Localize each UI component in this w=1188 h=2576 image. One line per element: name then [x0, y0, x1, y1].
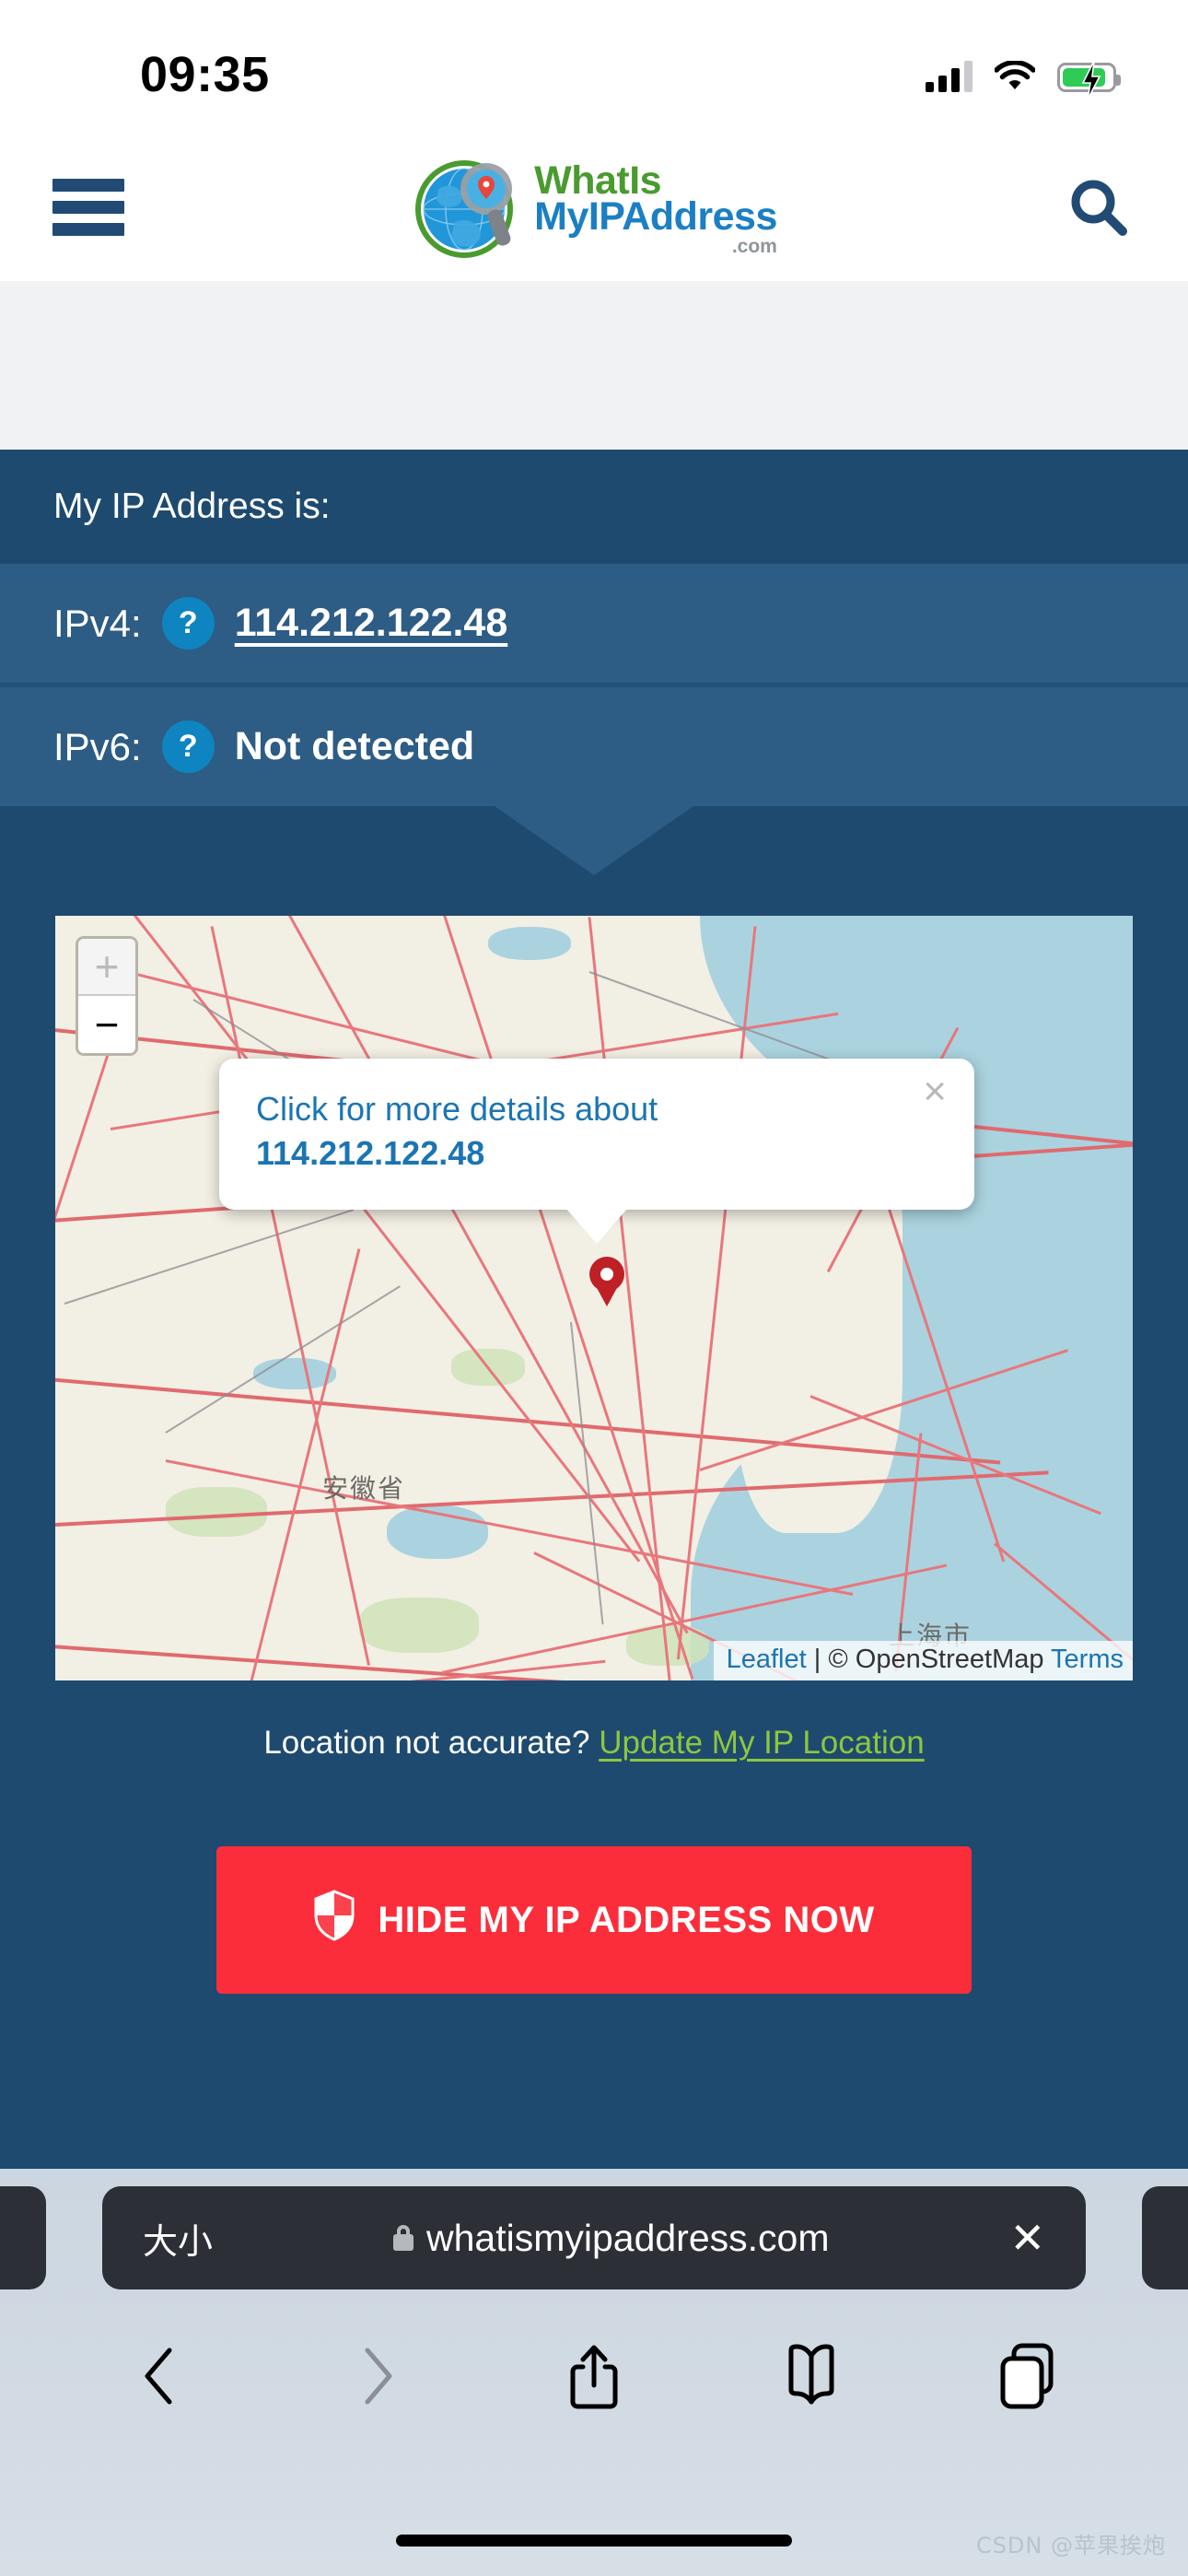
- safari-next-tab[interactable]: [1142, 2186, 1188, 2289]
- map-popup[interactable]: × Click for more details about 114.212.1…: [219, 1059, 974, 1210]
- home-indicator: [396, 2535, 792, 2547]
- tabs-icon[interactable]: [984, 2332, 1072, 2420]
- lock-icon: [392, 2225, 413, 2251]
- ipv6-label: IPv6:: [53, 724, 142, 768]
- ipv6-value: Not detected: [234, 724, 475, 768]
- attribution-separator: |: [813, 1645, 821, 1674]
- map-lake: [488, 927, 571, 960]
- ad-placeholder: [0, 281, 1188, 450]
- map-section: 安徽省 上海市 + − × Click for more details abo…: [0, 875, 1188, 1680]
- hide-my-ip-button[interactable]: HIDE MY IP ADDRESS NOW: [216, 1846, 972, 1994]
- map-popup-ip[interactable]: 114.212.122.48: [256, 1134, 938, 1173]
- ipv4-row: IPv4: ? 114.212.122.48: [0, 564, 1188, 683]
- safari-previous-tab[interactable]: [0, 2186, 46, 2289]
- ip-address-panel: My IP Address is: IPv4: ? 114.212.122.48…: [0, 450, 1188, 875]
- map-popup-close-icon[interactable]: ×: [923, 1071, 947, 1112]
- ip-panel-title: My IP Address is:: [0, 450, 1188, 564]
- status-bar-indicators: [926, 48, 1121, 100]
- hamburger-menu-icon[interactable]: [52, 179, 124, 236]
- map-zoom-in-button[interactable]: +: [78, 939, 135, 996]
- map-zoom-out-button[interactable]: −: [78, 996, 135, 1053]
- bookmarks-icon[interactable]: [767, 2332, 856, 2420]
- location-accuracy-note: Location not accurate? Update My IP Loca…: [0, 1680, 1188, 1762]
- ipv6-help-icon[interactable]: ?: [161, 720, 215, 773]
- osm-attribution: © OpenStreetMap: [828, 1645, 1044, 1674]
- ipv6-row: IPv6: ? Not detected: [0, 683, 1188, 806]
- safari-toolbar: [0, 2307, 1188, 2445]
- wifi-icon: [994, 60, 1036, 92]
- shield-icon: [313, 1890, 355, 1950]
- leaflet-link[interactable]: Leaflet: [727, 1645, 807, 1674]
- search-icon[interactable]: [1060, 169, 1137, 246]
- forward-arrow-icon: [332, 2332, 421, 2420]
- site-header: WhatIs MyIPAddress .com: [0, 134, 1188, 281]
- ipv4-value[interactable]: 114.212.122.48: [235, 601, 508, 646]
- update-ip-location-link[interactable]: Update My IP Location: [599, 1725, 924, 1761]
- back-arrow-icon[interactable]: [116, 2332, 204, 2420]
- map-label-anhui: 安徽省: [322, 1473, 406, 1504]
- safari-browser-chrome: 大小 whatismyipaddress.com ✕ CSDN @苹果挨炮: [0, 2169, 1188, 2576]
- status-bar-clock: 09:35: [140, 47, 270, 102]
- safari-url-bar-row: 大小 whatismyipaddress.com ✕: [0, 2169, 1188, 2307]
- terms-link[interactable]: Terms: [1051, 1645, 1124, 1674]
- cellular-signal-icon: [926, 61, 973, 92]
- ios-status-bar: 09:35: [0, 0, 1188, 134]
- csdn-watermark: CSDN @苹果挨炮: [975, 2533, 1166, 2558]
- url-text: whatismyipaddress.com: [425, 2216, 830, 2259]
- stop-reload-close-icon[interactable]: ✕: [1009, 2213, 1045, 2263]
- logo-line-3: .com: [731, 235, 777, 257]
- url-display[interactable]: whatismyipaddress.com: [213, 2217, 1009, 2260]
- leaflet-map[interactable]: 安徽省 上海市 + − × Click for more details abo…: [55, 916, 1133, 1680]
- logo-line-2: MyIPAddress: [534, 194, 777, 240]
- location-note-text: Location not accurate?: [263, 1725, 590, 1761]
- map-popup-line-1: Click for more details about: [256, 1090, 658, 1128]
- safari-url-bar[interactable]: 大小 whatismyipaddress.com ✕: [102, 2186, 1086, 2289]
- map-zoom-controls[interactable]: + −: [76, 936, 138, 1056]
- map-forest: [359, 1598, 479, 1653]
- map-attribution: Leaflet | © OpenStreetMap Terms: [713, 1641, 1133, 1680]
- ipv4-label: IPv4:: [53, 601, 142, 645]
- map-location-marker[interactable]: [589, 1257, 624, 1305]
- panel-notch: [0, 806, 1188, 875]
- share-icon[interactable]: [550, 2332, 638, 2420]
- globe-magnifier-icon: [411, 152, 521, 263]
- battery-charging-icon: [1057, 61, 1121, 100]
- cta-section: HIDE MY IP ADDRESS NOW: [0, 1762, 1188, 1994]
- site-logo[interactable]: WhatIs MyIPAddress .com: [411, 152, 777, 263]
- ipv4-help-icon[interactable]: ?: [161, 597, 215, 650]
- text-size-button[interactable]: 大小: [143, 2213, 213, 2264]
- hide-my-ip-button-label: HIDE MY IP ADDRESS NOW: [378, 1899, 875, 1940]
